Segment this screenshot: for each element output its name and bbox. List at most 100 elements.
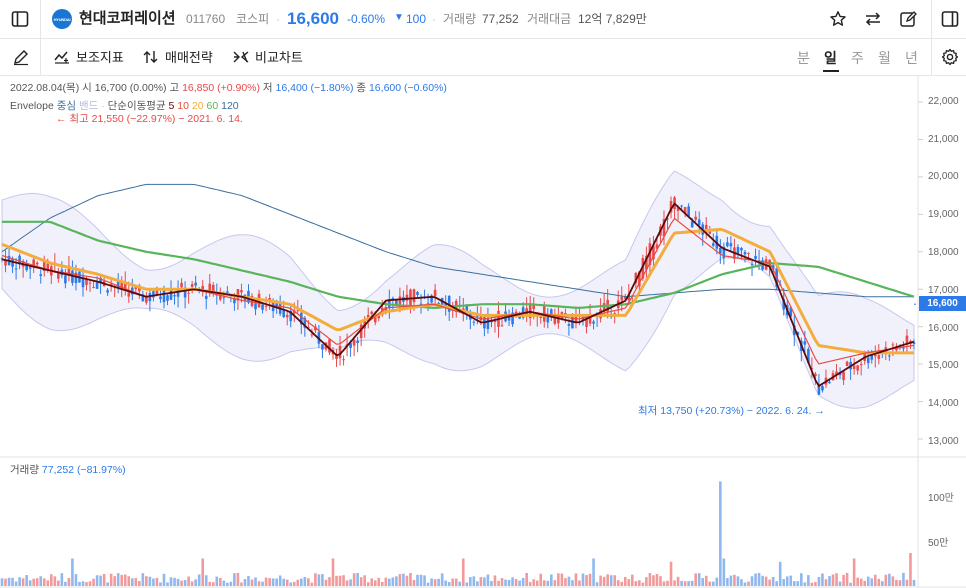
volume-bar xyxy=(659,576,662,586)
volume-bar xyxy=(187,576,190,586)
candle-body xyxy=(106,290,109,293)
current-price-tag: 16,600 xyxy=(919,296,966,311)
price-tick: 18,000 xyxy=(928,247,959,258)
volume-bar xyxy=(0,578,4,586)
period-month[interactable]: 월 xyxy=(878,48,891,68)
low-value: 16,400 (−1.80%) xyxy=(275,82,354,94)
price-tick: 16,000 xyxy=(928,323,959,334)
volume-bar xyxy=(902,572,905,586)
switch-arrows-icon[interactable] xyxy=(863,9,883,29)
candle-body xyxy=(352,339,356,346)
volume-bar xyxy=(585,575,588,586)
volume-bar xyxy=(395,576,398,586)
volume-bar xyxy=(792,581,796,586)
volume-bar xyxy=(564,578,567,586)
chart-area[interactable]: 2022.08.04(목) 시 16,700 (0.00%) 고 16,850 … xyxy=(0,76,966,588)
volume-bar xyxy=(409,573,412,586)
volume-bar xyxy=(123,574,127,586)
volume-bar xyxy=(194,579,197,586)
strategy-button[interactable]: 매매전략 xyxy=(143,47,213,66)
candle-body xyxy=(342,359,345,361)
volume-bar xyxy=(652,575,655,586)
volume-bar xyxy=(761,575,764,586)
volume-bar xyxy=(592,558,595,586)
volume-bar xyxy=(511,577,514,586)
volume-bar xyxy=(388,578,391,586)
volume-bar xyxy=(317,574,321,586)
volume-bar xyxy=(729,575,733,586)
candle-body xyxy=(194,282,197,286)
settings-gear-icon[interactable] xyxy=(940,47,960,67)
period-day[interactable]: 일 xyxy=(824,48,837,68)
volume-bar xyxy=(264,577,268,586)
draw-pen-icon[interactable] xyxy=(11,47,31,67)
strategy-label: 매매전략 xyxy=(165,50,213,65)
volume-bar xyxy=(296,579,300,586)
volume-bar xyxy=(701,578,705,586)
period-week[interactable]: 주 xyxy=(851,48,864,68)
candle-body xyxy=(159,296,162,300)
volume-bar xyxy=(638,580,641,586)
volume-bar xyxy=(419,574,423,586)
period-year[interactable]: 년 xyxy=(905,48,918,68)
sma-120: 120 xyxy=(221,100,239,112)
volume-bar xyxy=(764,576,768,586)
right-panel-toggle-icon[interactable] xyxy=(940,9,960,29)
volume-bar xyxy=(740,579,743,586)
volume-bar xyxy=(366,582,370,586)
top-bar: HYUNDAI 현대코퍼레이션 011760 코스피 · 16,600 -0.6… xyxy=(0,0,966,39)
volume-bar xyxy=(546,580,550,586)
candle-body xyxy=(842,371,845,381)
volume-bar xyxy=(116,573,120,586)
volume-bar xyxy=(613,575,616,586)
price-tick: 15,000 xyxy=(928,360,959,371)
volume-bar xyxy=(898,580,902,586)
volume-bar xyxy=(620,581,624,586)
volume-bar xyxy=(447,582,451,586)
volume-bar xyxy=(261,581,264,586)
candle-body xyxy=(321,344,324,350)
volume-bar xyxy=(715,577,719,586)
compare-button[interactable]: 비교차트 xyxy=(233,47,303,66)
volume-tick: 100만 xyxy=(928,493,954,504)
volume-bar xyxy=(352,573,356,586)
candle-body xyxy=(261,304,264,310)
volume-bar xyxy=(888,573,891,586)
min-price-annotation: 최저 13,750 (+20.73%) − 2022. 6. 24. → xyxy=(638,405,825,417)
star-icon[interactable] xyxy=(828,9,848,29)
volume-bar xyxy=(539,573,543,586)
down-arrow-icon: ▼ xyxy=(394,12,404,23)
volume-bar xyxy=(535,580,539,586)
volume-bar xyxy=(912,579,916,586)
candle-body xyxy=(472,321,476,323)
candle-body xyxy=(395,300,398,305)
open-label: 시 xyxy=(82,82,92,94)
candle-body xyxy=(694,216,697,220)
volume-bar xyxy=(197,574,201,586)
candle-body xyxy=(127,292,131,297)
volume-bar xyxy=(863,580,867,586)
volume-bar xyxy=(7,577,11,586)
volume-bar xyxy=(458,581,462,586)
volume-bar xyxy=(226,582,229,586)
candle-body xyxy=(845,361,849,367)
volume-bar xyxy=(4,578,7,586)
volume-bar xyxy=(257,581,261,586)
volume-bar xyxy=(321,574,324,586)
volume-bar xyxy=(60,573,64,586)
price-chart[interactable] xyxy=(0,76,966,588)
volume-bar xyxy=(669,561,673,586)
candle-body xyxy=(370,311,374,314)
sidebar-toggle-icon[interactable] xyxy=(10,9,30,29)
indicators-button[interactable]: 보조지표 xyxy=(54,47,124,66)
volume-bar xyxy=(743,582,747,586)
edit-icon[interactable] xyxy=(898,9,918,29)
volume-bar xyxy=(560,573,564,586)
period-minute[interactable]: 분 xyxy=(797,48,810,68)
indicator-legend[interactable]: Envelope 중심 밴드 · 단순이동평균 5 10 20 60 120 xyxy=(10,101,239,112)
compare-cross-icon xyxy=(233,50,249,63)
stock-name[interactable]: 현대코퍼레이션 xyxy=(79,11,176,26)
volume-bar xyxy=(905,579,909,586)
volume-bar xyxy=(521,577,525,586)
divider xyxy=(40,0,41,38)
